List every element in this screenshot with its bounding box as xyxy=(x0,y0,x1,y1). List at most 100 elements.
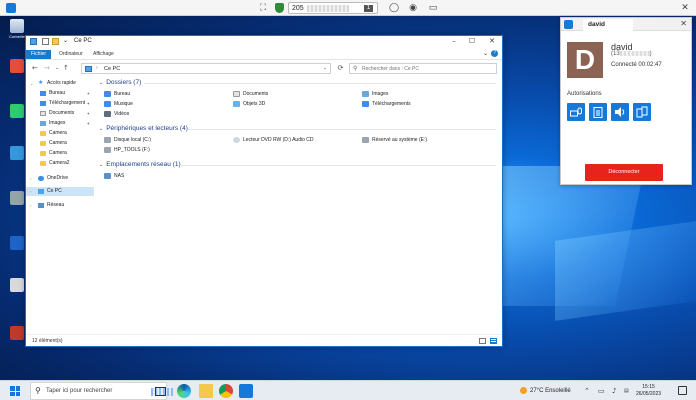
pin-icon[interactable]: ✦ xyxy=(87,99,90,108)
item-telechargements[interactable]: Téléchargements xyxy=(362,100,411,108)
pin-icon[interactable]: ✦ xyxy=(87,89,90,98)
group-header-folders[interactable]: ⌄ Dossiers (7) xyxy=(99,79,141,86)
language-icon[interactable]: ▤ xyxy=(624,388,629,394)
collapse-arrow-icon[interactable]: ⌄ xyxy=(99,80,103,86)
nav-item-camera[interactable]: Camera xyxy=(26,129,94,138)
file-explorer-icon[interactable] xyxy=(199,384,213,398)
nav-item-camera[interactable]: Camera xyxy=(26,149,94,158)
volume-icon[interactable]: ♪ xyxy=(612,387,616,395)
sound-permission-button[interactable] xyxy=(611,103,629,121)
quick-access-dropdown-icon[interactable]: ⌄ xyxy=(63,38,70,45)
network-drive-icon xyxy=(104,172,111,179)
properties-icon[interactable] xyxy=(42,38,49,45)
item-drive-c[interactable]: Disque local (C:) xyxy=(104,136,151,144)
nav-item-camera[interactable]: Camera xyxy=(26,139,94,148)
group-header-network[interactable]: ⌄ Emplacements réseau (1) xyxy=(99,161,181,168)
close-icon[interactable]: ✕ xyxy=(680,3,690,13)
help-icon[interactable]: ? xyxy=(491,50,498,57)
chrome-icon[interactable] xyxy=(219,384,233,398)
network-tray-icon[interactable]: ▭ xyxy=(598,387,605,395)
explorer-window: ⌄ Ce PC – ☐ ✕ Fichier Ordinateur Afficha… xyxy=(25,35,503,347)
nav-item-telechargement[interactable]: Téléchargement ✦ xyxy=(26,99,94,108)
tab-affichage[interactable]: Affichage xyxy=(88,50,119,59)
videos-icon xyxy=(104,110,111,117)
nav-item-bureau[interactable]: Bureau ✦ xyxy=(26,89,94,98)
app-menu-icon[interactable] xyxy=(6,3,16,13)
up-icon[interactable]: ↑ xyxy=(63,64,69,72)
item-images[interactable]: Images xyxy=(362,90,388,98)
collapse-arrow-icon[interactable]: ⌄ xyxy=(99,162,103,168)
panel-header: david ✕ xyxy=(561,18,691,31)
clipboard-permission-button[interactable] xyxy=(589,103,607,121)
group-header-drives[interactable]: ⌄ Périphériques et lecteurs (4) xyxy=(99,125,188,132)
remote-id-field[interactable]: 205 1 xyxy=(288,2,378,14)
taskbar-search[interactable]: ⚲ Taper ici pour rechercher xyxy=(30,382,173,400)
large-icons-view-icon[interactable] xyxy=(490,338,497,344)
tray-overflow-icon[interactable]: ⌃ xyxy=(584,387,590,395)
item-videos[interactable]: Vidéos xyxy=(104,110,129,118)
address-bar[interactable]: › Ce PC ⌄ xyxy=(81,63,331,74)
maximize-icon[interactable]: ☐ xyxy=(462,37,482,45)
music-icon xyxy=(104,100,111,107)
nav-item-camera2[interactable]: Camera2 xyxy=(26,159,94,168)
start-button[interactable] xyxy=(10,386,20,396)
item-drive-e[interactable]: Réservé au système (E:) xyxy=(362,136,427,144)
clock[interactable]: 15:15 26/05/2023 xyxy=(636,384,661,398)
folder-icon xyxy=(40,151,46,156)
tab-fichier[interactable]: Fichier xyxy=(26,50,52,59)
back-icon[interactable]: ← xyxy=(32,64,38,72)
nav-item-documents[interactable]: Documents ✦ xyxy=(26,109,94,118)
disconnect-button[interactable]: Déconnecter xyxy=(585,164,663,181)
expand-ribbon-icon[interactable]: ⌄ xyxy=(483,50,488,57)
windows-logo-icon xyxy=(10,391,15,396)
expand-arrow-icon[interactable]: › xyxy=(30,174,31,183)
nav-network[interactable]: › Réseau xyxy=(26,201,94,210)
item-documents[interactable]: Documents xyxy=(233,90,268,98)
details-view-icon[interactable] xyxy=(479,338,486,344)
close-icon[interactable]: ✕ xyxy=(482,37,502,45)
expand-arrow-icon[interactable]: › xyxy=(30,201,31,210)
item-musique[interactable]: Musique xyxy=(104,100,133,108)
nav-this-pc[interactable]: › Ce PC xyxy=(26,187,94,196)
content-area: ⌄ Dossiers (7) Bureau Documents Images Mu… xyxy=(96,77,501,332)
item-objets-3d[interactable]: Objets 3D xyxy=(233,100,265,108)
item-drive-f[interactable]: HP_TOOLS (F:) xyxy=(104,146,150,154)
notifications-icon[interactable] xyxy=(678,386,687,395)
item-nas[interactable]: NAS xyxy=(104,172,124,180)
address-dropdown-icon[interactable]: ⌄ xyxy=(323,65,327,71)
window-icon[interactable]: ▭ xyxy=(428,3,438,13)
edge-icon[interactable] xyxy=(177,384,191,398)
chat-icon[interactable]: ◯ xyxy=(389,3,399,13)
pin-icon[interactable]: ✦ xyxy=(87,109,90,118)
search-box[interactable]: ⚲ xyxy=(349,63,497,74)
remote-app-icon[interactable] xyxy=(239,384,253,398)
fullscreen-icon[interactable]: ⛶ xyxy=(258,3,268,13)
nav-onedrive[interactable]: › OneDrive xyxy=(26,174,94,183)
task-view-icon[interactable] xyxy=(155,387,166,396)
session-tab[interactable]: david xyxy=(583,19,633,31)
pin-icon[interactable]: ✦ xyxy=(87,119,90,128)
forward-icon[interactable]: → xyxy=(44,64,50,72)
file-transfer-permission-button[interactable] xyxy=(633,103,651,121)
nav-item-images[interactable]: Images ✦ xyxy=(26,119,94,128)
tab-ordinateur[interactable]: Ordinateur xyxy=(54,50,88,59)
breadcrumb-separator-icon: › xyxy=(96,65,98,71)
nav-label: OneDrive xyxy=(47,175,69,181)
expand-arrow-icon[interactable]: › xyxy=(30,187,31,196)
record-icon[interactable]: ◉ xyxy=(408,3,418,13)
panel-close-icon[interactable]: ✕ xyxy=(680,19,687,28)
nav-label: Réseau xyxy=(47,202,65,208)
shield-icon xyxy=(275,3,284,13)
refresh-icon[interactable]: ⟳ xyxy=(335,63,346,74)
item-bureau[interactable]: Bureau xyxy=(104,90,130,98)
nav-quick-access[interactable]: ⌄ ★ Accès rapide xyxy=(26,79,94,88)
collapse-arrow-icon[interactable]: ⌄ xyxy=(30,79,33,88)
new-folder-icon[interactable] xyxy=(52,38,59,45)
collapse-arrow-icon[interactable]: ⌄ xyxy=(99,126,103,132)
keyboard-mouse-permission-button[interactable] xyxy=(567,103,585,121)
search-input[interactable] xyxy=(362,65,492,73)
item-drive-d[interactable]: Lecteur DVD RW (D:) Audio CD xyxy=(233,136,313,144)
recent-dropdown-icon[interactable]: ⌄ xyxy=(55,65,59,71)
weather-widget[interactable]: 27°C Ensoleillé xyxy=(520,387,571,394)
minimize-icon[interactable]: – xyxy=(444,37,464,45)
